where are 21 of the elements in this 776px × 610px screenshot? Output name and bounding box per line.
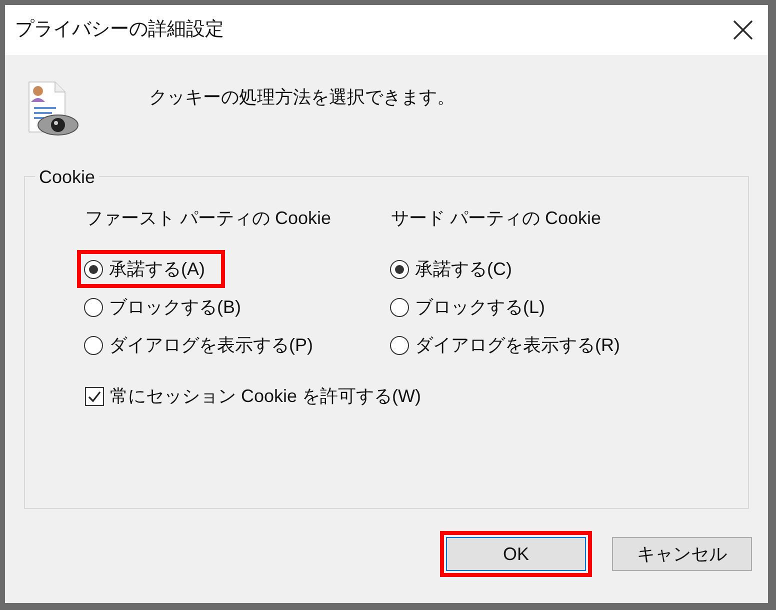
radio-button[interactable] (84, 260, 103, 278)
radio-button[interactable] (84, 298, 103, 316)
radio-label: ブロックする(L) (415, 296, 545, 319)
radio-button[interactable] (390, 260, 409, 278)
radio-label: ブロックする(B) (109, 296, 241, 319)
dialog-button[interactable]: キャンセル (612, 537, 752, 571)
dialog-button[interactable]: OK (446, 537, 586, 571)
column-heading: サード パーティの Cookie (391, 207, 602, 230)
window-title: プライバシーの詳細設定 (15, 18, 224, 42)
column-heading: ファースト パーティの Cookie (85, 207, 332, 230)
checkbox-label: 常にセッション Cookie を許可する(W) (110, 385, 422, 408)
radio-button[interactable] (390, 336, 409, 354)
radio-label: ダイアログを表示する(P) (109, 334, 313, 357)
close-icon (733, 20, 753, 40)
radio-label: ダイアログを表示する(R) (415, 334, 620, 357)
description-text: クッキーの処理方法を選択できます。 (149, 86, 455, 109)
checkbox[interactable] (85, 387, 104, 406)
radio-button[interactable] (390, 298, 409, 316)
radio-button[interactable] (84, 336, 103, 354)
radio-label: 承諾する(A) (109, 258, 205, 281)
radio-label: 承諾する(C) (415, 258, 512, 281)
